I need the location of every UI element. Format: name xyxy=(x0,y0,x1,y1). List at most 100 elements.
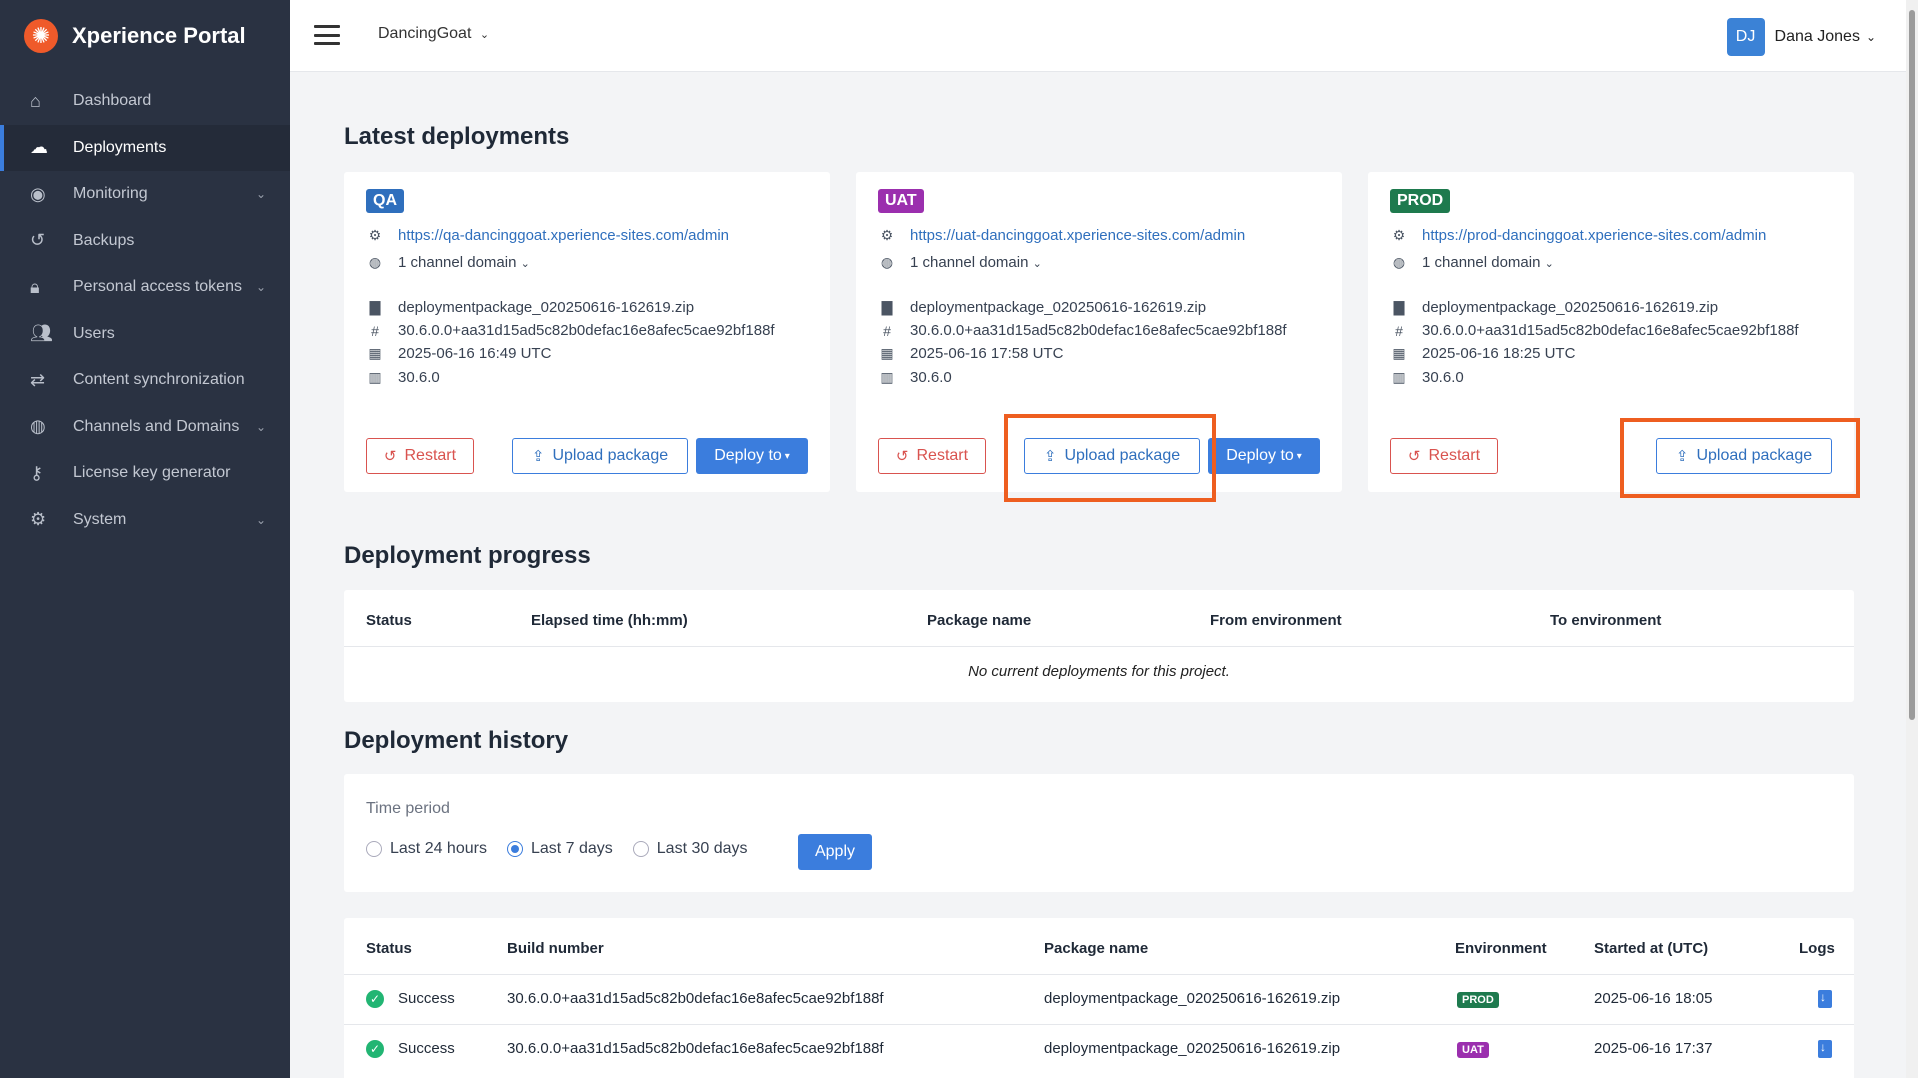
download-log-icon[interactable] xyxy=(1818,1040,1832,1058)
version-icon: ▥ xyxy=(368,369,382,385)
sidebar-item-label: Deployments xyxy=(73,138,167,156)
success-check-icon: ✓ xyxy=(366,1040,384,1059)
sidebar-item-system[interactable]: ⚙ System ⌄ xyxy=(0,497,290,544)
restart-icon: ↺ xyxy=(1407,448,1421,465)
admin-url-link[interactable]: https://uat-dancinggoat.xperience-sites.… xyxy=(910,227,1245,244)
scroll-thumb[interactable] xyxy=(1909,10,1915,720)
sidebar-item-channels-and-domains[interactable]: ◍ Channels and Domains ⌄ xyxy=(0,404,290,451)
sidebar-item-backups[interactable]: ↺ Backups xyxy=(0,218,290,265)
chevron-down-icon: ⌄ xyxy=(255,280,266,295)
column-header: Status xyxy=(366,612,412,629)
upload-package-button[interactable]: ⇪ Upload package xyxy=(512,438,688,474)
highlight-box xyxy=(1620,418,1860,498)
channel-domain-dropdown[interactable]: 1 channel domain ⌄ xyxy=(910,254,1042,271)
column-header: Package name xyxy=(1044,940,1149,957)
restart-button[interactable]: ↺ Restart xyxy=(1390,438,1498,474)
table-row: ✓ Success 30.6.0.0+aa31d15ad5c82b0defac16e… xyxy=(344,974,1854,1024)
started-at: 2025-06-16 17:37 xyxy=(1594,1040,1713,1057)
deploy-to-button[interactable]: Deploy to ▾ xyxy=(696,438,808,474)
environment-badge: UAT xyxy=(1457,1042,1489,1058)
apply-button[interactable]: Apply xyxy=(798,834,872,870)
restart-button[interactable]: ↺ Restart xyxy=(366,438,474,474)
history-table: Status Build number Package name Environ… xyxy=(344,918,1854,1078)
column-header: To environment xyxy=(1550,612,1662,629)
avatar: DJ xyxy=(1726,18,1765,56)
project-name: DancingGoat xyxy=(378,25,472,42)
deployment-date: 2025-06-16 16:49 UTC xyxy=(398,345,552,362)
build-number: 30.6.0.0+aa31d15ad5c82b0defac16e8afec5ca… xyxy=(1422,322,1799,339)
version-icon: ▥ xyxy=(1392,369,1406,385)
channel-domain-dropdown[interactable]: 1 channel domain ⌄ xyxy=(1422,254,1554,271)
chevron-down-icon: ⌄ xyxy=(1865,30,1876,44)
file-icon: ▇ xyxy=(1393,299,1405,315)
column-header: Package name xyxy=(927,612,1032,629)
deployment-date: 2025-06-16 18:25 UTC xyxy=(1422,345,1576,362)
deployment-date: 2025-06-16 17:58 UTC xyxy=(910,345,1064,362)
package-name: deploymentpackage_020250616-162619.zip xyxy=(1044,1040,1341,1057)
caret-down-icon: ▾ xyxy=(784,450,790,462)
gears-icon: ⚙ xyxy=(880,227,894,243)
chevron-down-icon: ⌄ xyxy=(255,419,266,434)
sidebar-item-personal-access-tokens[interactable]: 🔒︎ Personal access tokens ⌄ xyxy=(0,264,290,311)
page-scrollbar[interactable] xyxy=(1906,0,1918,1078)
caret-down-icon: ▾ xyxy=(1296,450,1302,462)
environment-card-qa: QA ⚙ https://qa-dancinggoat.xperience-site… xyxy=(344,172,830,492)
deploy-label: Deploy to xyxy=(1226,447,1294,464)
sidebar-item-monitoring[interactable]: ◉ Monitoring ⌄ xyxy=(0,171,290,218)
calendar-icon: ▦ xyxy=(1392,345,1406,361)
build-number: 30.6.0.0+aa31d15ad5c82b0defac16e8afec5ca… xyxy=(507,990,884,1007)
restart-label: Restart xyxy=(916,447,969,464)
channel-domain-label: 1 channel domain xyxy=(1422,254,1541,271)
column-header: Status xyxy=(366,940,412,957)
sidebar-item-license-key-generator[interactable]: ⚷ License key generator xyxy=(0,450,290,497)
empty-message: No current deployments for this project. xyxy=(968,663,1230,680)
gears-icon: ⚙ xyxy=(30,509,47,530)
channel-domain-dropdown[interactable]: 1 channel domain ⌄ xyxy=(398,254,530,271)
history-icon: ↺ xyxy=(30,230,46,251)
period-option-last-24-hours[interactable]: Last 24 hours xyxy=(366,840,487,858)
restart-button[interactable]: ↺ Restart xyxy=(878,438,986,474)
sidebar-item-dashboard[interactable]: ⌂ Dashboard xyxy=(0,78,290,125)
admin-url-link[interactable]: https://prod-dancinggoat.xperience-sites… xyxy=(1422,227,1766,244)
radio-button[interactable] xyxy=(506,841,523,857)
menu-toggle-icon[interactable] xyxy=(314,25,340,45)
status-text: Success xyxy=(398,990,455,1007)
restart-label: Restart xyxy=(1428,447,1481,464)
history-filter: Time period Last 24 hours Last 7 days Last… xyxy=(344,774,1854,892)
version-icon: ▥ xyxy=(880,369,894,385)
user-menu[interactable]: DJ Dana Jones ⌄ xyxy=(1726,18,1876,56)
download-log-icon[interactable] xyxy=(1818,990,1832,1008)
gears-icon: ⚙ xyxy=(368,227,382,243)
top-bar: DancingGoat ⌄ DJ Dana Jones ⌄ xyxy=(290,0,1906,72)
package-name: deploymentpackage_020250616-162619.zip xyxy=(1422,299,1719,316)
admin-url-link[interactable]: https://qa-dancinggoat.xperience-sites.c… xyxy=(398,227,729,244)
sidebar-item-content-synchronization[interactable]: ⇄ Content synchronization xyxy=(0,357,290,404)
project-selector[interactable]: DancingGoat ⌄ xyxy=(378,25,489,43)
started-at: 2025-06-16 18:05 xyxy=(1594,990,1713,1007)
sidebar-item-label: License key generator xyxy=(73,464,231,482)
sidebar-item-users[interactable]: 👥︎ Users xyxy=(0,311,290,358)
users-icon: 👥︎ xyxy=(30,323,53,344)
brand[interactable]: ✺ Xperience Portal xyxy=(0,0,290,72)
eye-icon: ◉ xyxy=(30,183,46,204)
table-row: ✓ Success 30.6.0.0+aa31d15ad5c82b0defac16e… xyxy=(344,1024,1854,1074)
sidebar-item-label: Users xyxy=(73,324,115,342)
sidebar-item-label: Channels and Domains xyxy=(73,417,240,435)
sidebar-item-label: Content synchronization xyxy=(73,371,245,389)
column-header: Build number xyxy=(507,940,604,957)
period-option-last-30-days[interactable]: Last 30 days xyxy=(632,840,748,858)
radio-label: Last 30 days xyxy=(656,840,748,857)
radio-button[interactable] xyxy=(366,841,382,857)
chevron-down-icon: ⌄ xyxy=(1544,258,1554,270)
sidebar-item-deployments[interactable]: ☁ Deployments xyxy=(0,124,290,171)
deploy-to-button[interactable]: Deploy to ▾ xyxy=(1208,438,1320,474)
radio-button[interactable] xyxy=(632,841,649,857)
progress-table: Status Elapsed time (hh:mm) Package name… xyxy=(344,590,1854,702)
sidebar-nav: ⌂ Dashboard ☁ Deployments ◉ Monitoring ⌄ ↺ Backu… xyxy=(0,78,290,543)
sidebar-item-label: Personal access tokens xyxy=(73,278,242,296)
period-option-last-7-days[interactable]: Last 7 days xyxy=(506,840,613,858)
main-content: Latest deployments QA ⚙ https://qa-dancing… xyxy=(290,72,1906,1078)
hash-icon: # xyxy=(1395,322,1403,339)
globe-icon: ◍ xyxy=(368,254,382,270)
column-header: Started at (UTC) xyxy=(1594,940,1709,957)
